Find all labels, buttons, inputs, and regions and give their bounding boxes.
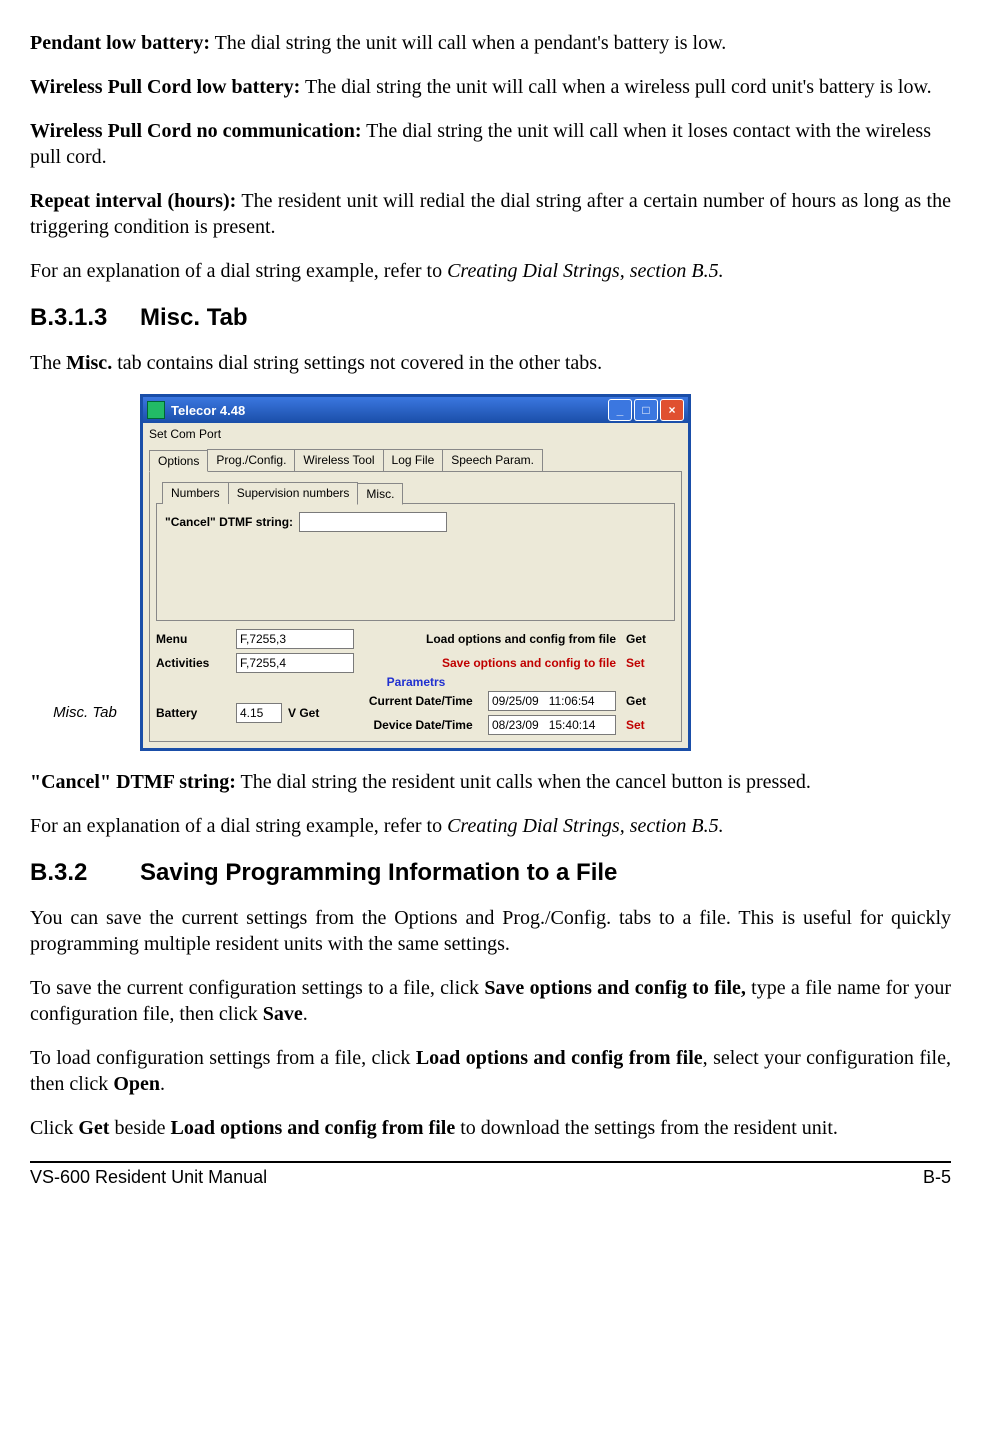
- para-pendant-low-battery: Pendant low battery: The dial string the…: [30, 30, 951, 56]
- tab-speech-param[interactable]: Speech Param.: [442, 449, 543, 471]
- figure-misc-tab: Misc. Tab Telecor 4.48 _ □ × Set Com Por…: [30, 394, 951, 751]
- window-title: Telecor 4.48: [171, 403, 608, 418]
- para-wireless-pull-no-comm: Wireless Pull Cord no communication: The…: [30, 118, 951, 170]
- section-title: Saving Programming Information to a File: [140, 859, 617, 886]
- current-datetime-input[interactable]: [488, 691, 616, 711]
- page-footer: VS-600 Resident Unit Manual B-5: [30, 1161, 951, 1188]
- para-save-instructions: To save the current configuration settin…: [30, 975, 951, 1027]
- outer-panel: Numbers Supervision numbers Misc. "Cance…: [149, 471, 682, 742]
- text-pre: The: [30, 352, 66, 374]
- t1: To load configuration settings from a fi…: [30, 1047, 416, 1069]
- para-repeat-interval: Repeat interval (hours): The resident un…: [30, 188, 951, 240]
- b1: Load options and config from file: [416, 1047, 703, 1069]
- section-number: B.3.2: [30, 859, 140, 887]
- footer-right: B-5: [923, 1167, 951, 1188]
- b1: Get: [78, 1117, 109, 1139]
- t1: Click: [30, 1117, 78, 1139]
- term: Repeat interval (hours):: [30, 190, 236, 212]
- para-save-intro: You can save the current settings from t…: [30, 905, 951, 957]
- b2: Save: [263, 1003, 303, 1025]
- t2: beside: [109, 1117, 170, 1139]
- b2: Open: [113, 1073, 160, 1095]
- app-icon: [147, 401, 165, 419]
- close-button[interactable]: ×: [660, 399, 684, 421]
- tab-supervision-numbers[interactable]: Supervision numbers: [228, 482, 359, 504]
- battery-label: Battery: [156, 706, 236, 720]
- menu-label: Menu: [156, 632, 236, 646]
- device-datetime-input[interactable]: [488, 715, 616, 735]
- t3: .: [160, 1073, 165, 1095]
- menu-set-com-port[interactable]: Set Com Port: [143, 423, 688, 445]
- set-button-2[interactable]: Set: [626, 718, 676, 732]
- load-options-link[interactable]: Load options and config from file: [366, 632, 626, 646]
- battery-unit[interactable]: V Get: [288, 706, 319, 720]
- minimize-button[interactable]: _: [608, 399, 632, 421]
- maximize-button[interactable]: □: [634, 399, 658, 421]
- para-wireless-pull-low-battery: Wireless Pull Cord low battery: The dial…: [30, 74, 951, 100]
- inner-tabs: Numbers Supervision numbers Misc.: [156, 478, 675, 504]
- figure-caption: Misc. Tab: [30, 704, 140, 751]
- para-load-instructions: To load configuration settings from a fi…: [30, 1045, 951, 1097]
- text-post: tab contains dial string settings not co…: [112, 352, 602, 374]
- t3: to download the settings from the reside…: [455, 1117, 838, 1139]
- desc: The dial string the resident unit calls …: [236, 771, 811, 793]
- para-cancel-dtmf: "Cancel" DTMF string: The dial string th…: [30, 769, 951, 795]
- get-button-1[interactable]: Get: [626, 632, 676, 646]
- current-datetime-label: Current Date/Time: [369, 694, 473, 708]
- term: Pendant low battery:: [30, 32, 210, 54]
- footer-left: VS-600 Resident Unit Manual: [30, 1167, 267, 1188]
- outer-tabs: Options Prog./Config. Wireless Tool Log …: [143, 445, 688, 471]
- t1: To save the current configuration settin…: [30, 977, 484, 999]
- para-get-instructions: Click Get beside Load options and config…: [30, 1115, 951, 1141]
- para-dial-string-ref-2: For an explanation of a dial string exam…: [30, 813, 951, 839]
- text-pre: For an explanation of a dial string exam…: [30, 260, 447, 282]
- tab-misc[interactable]: Misc.: [357, 483, 403, 505]
- cancel-dtmf-input[interactable]: [299, 512, 447, 532]
- section-title: Misc. Tab: [140, 304, 248, 331]
- term: Wireless Pull Cord low battery:: [30, 76, 300, 98]
- desc: The dial string the unit will call when …: [210, 32, 726, 54]
- desc: The dial string the unit will call when …: [300, 76, 931, 98]
- parametrs-label: Parametrs: [156, 675, 676, 689]
- menu-input[interactable]: [236, 629, 354, 649]
- tab-options[interactable]: Options: [149, 450, 208, 472]
- tab-prog-config[interactable]: Prog./Config.: [207, 449, 295, 471]
- battery-input[interactable]: [236, 703, 282, 723]
- tab-numbers[interactable]: Numbers: [162, 482, 229, 504]
- text-pre: For an explanation of a dial string exam…: [30, 815, 447, 837]
- device-datetime-label: Device Date/Time: [373, 718, 472, 732]
- titlebar[interactable]: Telecor 4.48 _ □ ×: [143, 397, 688, 423]
- b2: Load options and config from file: [171, 1117, 456, 1139]
- heading-saving-info: B.3.2Saving Programming Information to a…: [30, 859, 951, 887]
- heading-misc-tab: B.3.1.3Misc. Tab: [30, 304, 951, 332]
- activities-label: Activities: [156, 656, 236, 670]
- save-options-link[interactable]: Save options and config to file: [366, 656, 626, 670]
- bottom-grid: Menu Load options and config from file G…: [156, 629, 675, 735]
- get-button-2[interactable]: Get: [626, 694, 676, 708]
- para-misc-tab-intro: The Misc. tab contains dial string setti…: [30, 350, 951, 376]
- t3: .: [303, 1003, 308, 1025]
- text-bold: Misc.: [66, 352, 112, 374]
- para-dial-string-ref-1: For an explanation of a dial string exam…: [30, 258, 951, 284]
- app-window: Telecor 4.48 _ □ × Set Com Port Options …: [140, 394, 691, 751]
- activities-input[interactable]: [236, 653, 354, 673]
- term: "Cancel" DTMF string:: [30, 771, 236, 793]
- section-number: B.3.1.3: [30, 304, 140, 332]
- text-ital: Creating Dial Strings, section B.5.: [447, 815, 723, 837]
- tab-log-file[interactable]: Log File: [383, 449, 444, 471]
- b1: Save options and config to file,: [484, 977, 746, 999]
- misc-panel: "Cancel" DTMF string:: [156, 503, 675, 621]
- term: Wireless Pull Cord no communication:: [30, 120, 361, 142]
- cancel-dtmf-label: "Cancel" DTMF string:: [165, 515, 293, 529]
- text-ital: Creating Dial Strings, section B.5.: [447, 260, 723, 282]
- tab-wireless-tool[interactable]: Wireless Tool: [294, 449, 383, 471]
- set-button-1[interactable]: Set: [626, 656, 676, 670]
